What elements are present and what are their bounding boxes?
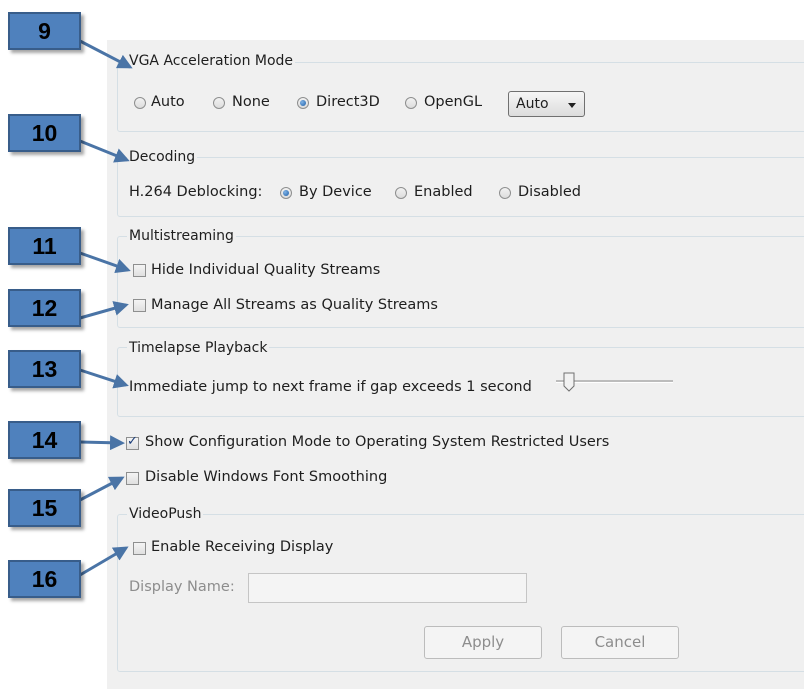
callout-arrow-10 xyxy=(79,139,130,163)
callout-arrow-14 xyxy=(79,435,125,451)
callout-badge-15: 15 xyxy=(8,489,81,527)
callout-badge-9: 9 xyxy=(8,12,81,50)
callout-badge-13: 13 xyxy=(8,350,81,388)
callout-arrow-11 xyxy=(79,251,131,274)
callout-arrow-16 xyxy=(79,546,129,577)
callout-arrow-13 xyxy=(79,368,129,389)
callout-arrows xyxy=(79,39,133,577)
callout-badge-10: 10 xyxy=(8,114,81,152)
callout-arrow-15 xyxy=(79,476,125,502)
callout-badge-16: 16 xyxy=(8,560,81,598)
callout-badge-11: 11 xyxy=(8,227,81,265)
callout-badge-14: 14 xyxy=(8,421,81,459)
callout-badge-12: 12 xyxy=(8,289,81,327)
callout-arrow-9 xyxy=(79,39,133,69)
callout-arrow-12 xyxy=(79,301,129,320)
